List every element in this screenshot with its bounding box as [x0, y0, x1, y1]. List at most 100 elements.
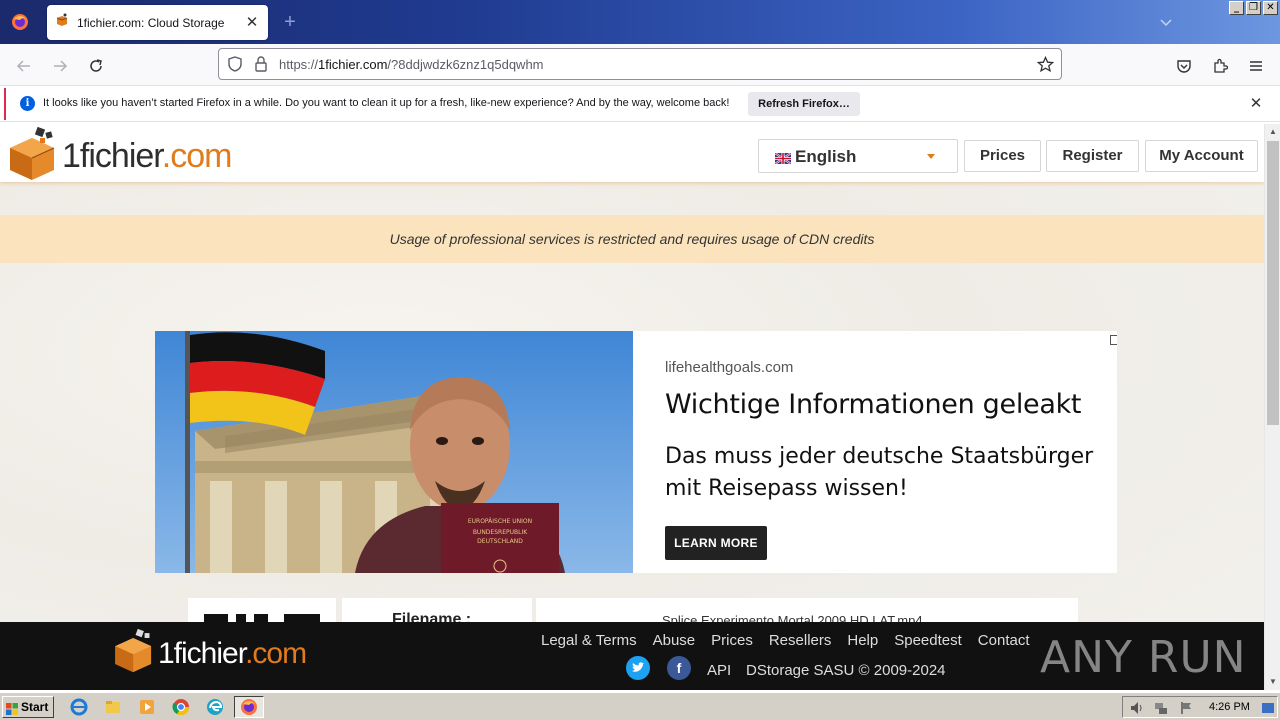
site-logo[interactable]: 1fichier.com: [6, 126, 232, 187]
firefox-menu-icon[interactable]: [0, 0, 40, 44]
chrome-icon[interactable]: [172, 698, 190, 716]
notification-close-icon[interactable]: ✕: [1248, 96, 1264, 112]
ad-choices-icon[interactable]: [1110, 335, 1117, 345]
footer-link-api[interactable]: API: [707, 662, 731, 679]
windows-taskbar: Start 4:26 PM: [0, 692, 1280, 720]
learn-more-button[interactable]: LEARN MORE: [665, 526, 767, 560]
media-player-icon[interactable]: [138, 698, 156, 716]
notice-text: Usage of professional services is restri…: [389, 231, 875, 247]
navigation-toolbar: https://1fichier.com/?8ddjwdzk6znz1q5dqw…: [0, 44, 1280, 86]
cdn-notice-banner: Usage of professional services is restri…: [0, 215, 1264, 263]
forward-icon[interactable]: [48, 54, 72, 78]
passport-text-line2: BUNDESREPUBLIK: [473, 529, 528, 536]
url-prefix: https://: [279, 57, 319, 72]
ad-body[interactable]: Das muss jeder deutsche Staatsbürger mit…: [665, 441, 1095, 505]
url-path: /?8ddjwdzk6znz1q5dqwhm: [387, 57, 544, 72]
notification-accent: [4, 88, 6, 120]
passport-text-line1: EUROPÄISCHE UNION: [468, 518, 532, 525]
language-label: English: [795, 147, 857, 166]
ad-headline[interactable]: Wichtige Informationen geleakt: [665, 389, 1082, 420]
scroll-down-arrow-icon[interactable]: ▼: [1268, 677, 1278, 687]
url-bar[interactable]: https://1fichier.com/?8ddjwdzk6znz1q5dqw…: [218, 48, 1062, 80]
dropdown-caret-icon: [927, 154, 935, 159]
restore-button[interactable]: ❐: [1246, 1, 1261, 15]
logo-com: com: [170, 137, 232, 175]
favicon-icon: [55, 13, 69, 32]
ie-icon[interactable]: [70, 698, 88, 716]
start-button[interactable]: Start: [2, 696, 54, 718]
network-icon[interactable]: [1153, 700, 1169, 720]
passport-text-line3: DEUTSCHLAND: [477, 538, 523, 545]
taskbar-clock[interactable]: 4:26 PM: [1209, 701, 1250, 713]
site-footer: 1fichier.com Legal & Terms Abuse Prices …: [0, 622, 1264, 690]
firefox-notification-bar: i It looks like you haven’t started Fire…: [0, 86, 1280, 122]
pocket-icon[interactable]: [1172, 54, 1196, 78]
logo-main: 1fichier: [62, 137, 163, 175]
page-viewport: 1fichier.com English Prices Register My …: [0, 124, 1264, 690]
edge-icon[interactable]: [206, 698, 224, 716]
ad-domain[interactable]: lifehealthgoals.com: [665, 359, 793, 376]
info-icon: i: [20, 96, 35, 111]
window-controls: _ ❐ ✕: [1229, 1, 1278, 15]
footer-link-legal[interactable]: Legal & Terms: [541, 632, 637, 649]
site-header: 1fichier.com English Prices Register My …: [0, 124, 1264, 182]
url-domain: 1fichier.com: [318, 57, 388, 72]
footer-link-abuse[interactable]: Abuse: [653, 632, 696, 649]
minimize-button[interactable]: _: [1229, 1, 1244, 15]
footer-logo-wordmark: 1fichier.com: [158, 636, 307, 671]
ad-image[interactable]: EUROPÄISCHE UNION BUNDESREPUBLIK DEUTSCH…: [155, 331, 633, 573]
twitter-icon[interactable]: [626, 656, 650, 680]
reload-icon[interactable]: [84, 54, 108, 78]
active-tab[interactable]: 1fichier.com: Cloud Storage ✕: [47, 5, 268, 40]
footer-link-prices[interactable]: Prices: [711, 632, 753, 649]
url-text[interactable]: https://1fichier.com/?8ddjwdzk6znz1q5dqw…: [279, 57, 544, 72]
tracking-shield-icon[interactable]: [227, 56, 243, 77]
register-button[interactable]: Register: [1046, 140, 1139, 172]
tab-list-chevron-icon[interactable]: [1158, 14, 1174, 30]
windows-flag-icon: [6, 701, 18, 715]
page-scrollbar[interactable]: ▲ ▼: [1264, 124, 1280, 690]
taskbar-firefox-active[interactable]: [234, 696, 264, 718]
footer-logo-com: com: [252, 636, 307, 670]
language-select[interactable]: English: [758, 139, 958, 173]
logo-box-icon: [6, 126, 60, 187]
refresh-firefox-button[interactable]: Refresh Firefox…: [748, 92, 860, 116]
close-window-button[interactable]: ✕: [1263, 1, 1278, 15]
tab-title: 1fichier.com: Cloud Storage: [77, 15, 225, 30]
browser-titlebar: 1fichier.com: Cloud Storage ✕ + _ ❐ ✕: [0, 0, 1280, 44]
extensions-icon[interactable]: [1208, 54, 1232, 78]
logo-dot: .: [161, 137, 172, 175]
footer-copyright: DStorage SASU © 2009-2024: [746, 662, 946, 679]
start-label: Start: [21, 700, 49, 714]
firefox-taskbar-icon: [241, 699, 257, 715]
notification-message: It looks like you haven’t started Firefo…: [43, 97, 730, 109]
logo-wordmark: 1fichier.com: [62, 137, 232, 176]
new-tab-icon[interactable]: +: [280, 12, 300, 32]
action-center-flag-icon[interactable]: [1179, 700, 1195, 720]
footer-link-help[interactable]: Help: [847, 632, 878, 649]
footer-link-resellers[interactable]: Resellers: [769, 632, 832, 649]
footer-logo-main: 1fichier: [158, 636, 246, 670]
scroll-up-arrow-icon[interactable]: ▲: [1268, 127, 1278, 137]
show-desktop-icon[interactable]: [1261, 700, 1275, 720]
footer-links: Legal & Terms Abuse Prices Resellers Hel…: [541, 632, 1030, 649]
footer-logo[interactable]: 1fichier.com: [112, 628, 307, 679]
footer-link-contact[interactable]: Contact: [978, 632, 1030, 649]
footer-link-speedtest[interactable]: Speedtest: [894, 632, 962, 649]
bookmark-star-icon[interactable]: [1036, 55, 1055, 78]
facebook-icon[interactable]: f: [667, 656, 691, 680]
advertisement[interactable]: EUROPÄISCHE UNION BUNDESREPUBLIK DEUTSCH…: [155, 331, 1117, 573]
my-account-button[interactable]: My Account: [1145, 140, 1258, 172]
volume-icon[interactable]: [1129, 700, 1145, 720]
scrollbar-thumb[interactable]: [1267, 141, 1279, 425]
system-tray: 4:26 PM: [1122, 696, 1278, 718]
prices-button[interactable]: Prices: [964, 140, 1041, 172]
back-icon[interactable]: [12, 54, 36, 78]
lock-icon[interactable]: [254, 56, 268, 77]
menu-hamburger-icon[interactable]: [1244, 54, 1268, 78]
tab-close-icon[interactable]: ✕: [244, 14, 260, 31]
anyrun-watermark-text: ANY RUN: [1040, 632, 1247, 683]
anyrun-watermark: ANY RUN: [1040, 632, 1247, 683]
explorer-icon[interactable]: [104, 698, 122, 716]
footer-logo-box-icon: [112, 628, 156, 679]
